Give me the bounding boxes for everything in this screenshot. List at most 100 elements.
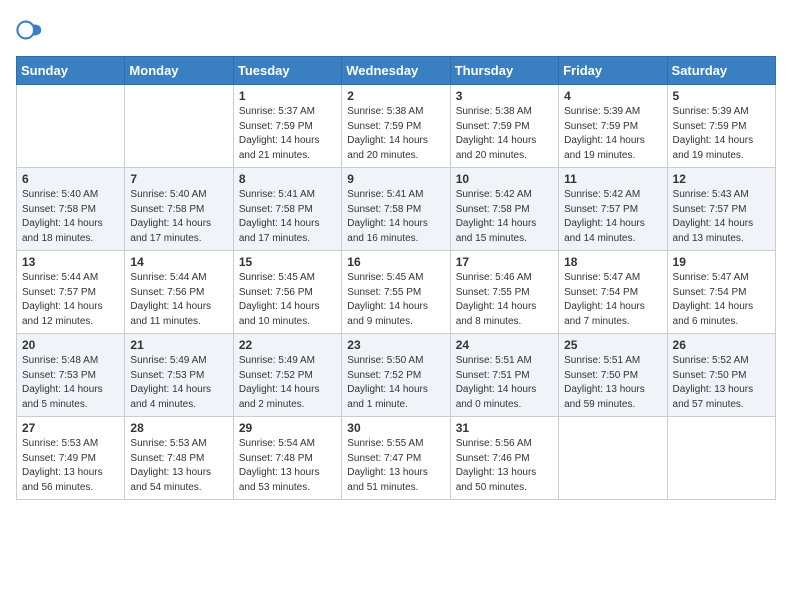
calendar-cell: 21 Sunrise: 5:49 AM Sunset: 7:53 PM Dayl… xyxy=(125,334,233,417)
logo xyxy=(16,16,48,44)
day-number: 3 xyxy=(456,89,553,103)
day-info: Sunrise: 5:56 AM Sunset: 7:46 PM Dayligh… xyxy=(456,437,553,495)
calendar-cell: 12 Sunrise: 5:43 AM Sunset: 7:57 PM Dayl… xyxy=(667,168,775,251)
calendar-cell: 31 Sunrise: 5:56 AM Sunset: 7:46 PM Dayl… xyxy=(450,417,558,500)
calendar-cell: 24 Sunrise: 5:51 AM Sunset: 7:51 PM Dayl… xyxy=(450,334,558,417)
day-info: Sunrise: 5:41 AM Sunset: 7:58 PM Dayligh… xyxy=(347,188,444,246)
weekday-header-thursday: Thursday xyxy=(450,57,558,85)
calendar-cell: 10 Sunrise: 5:42 AM Sunset: 7:58 PM Dayl… xyxy=(450,168,558,251)
day-number: 22 xyxy=(239,338,336,352)
day-number: 21 xyxy=(130,338,227,352)
calendar-cell: 11 Sunrise: 5:42 AM Sunset: 7:57 PM Dayl… xyxy=(559,168,667,251)
day-number: 4 xyxy=(564,89,661,103)
day-number: 31 xyxy=(456,421,553,435)
calendar-cell: 30 Sunrise: 5:55 AM Sunset: 7:47 PM Dayl… xyxy=(342,417,450,500)
day-number: 10 xyxy=(456,172,553,186)
calendar-cell: 17 Sunrise: 5:46 AM Sunset: 7:55 PM Dayl… xyxy=(450,251,558,334)
day-info: Sunrise: 5:51 AM Sunset: 7:51 PM Dayligh… xyxy=(456,354,553,412)
day-number: 2 xyxy=(347,89,444,103)
day-info: Sunrise: 5:49 AM Sunset: 7:52 PM Dayligh… xyxy=(239,354,336,412)
day-number: 9 xyxy=(347,172,444,186)
day-number: 12 xyxy=(673,172,770,186)
calendar-cell: 19 Sunrise: 5:47 AM Sunset: 7:54 PM Dayl… xyxy=(667,251,775,334)
day-number: 26 xyxy=(673,338,770,352)
weekday-header-tuesday: Tuesday xyxy=(233,57,341,85)
page-header xyxy=(16,16,776,44)
day-info: Sunrise: 5:44 AM Sunset: 7:56 PM Dayligh… xyxy=(130,271,227,329)
day-number: 8 xyxy=(239,172,336,186)
day-info: Sunrise: 5:40 AM Sunset: 7:58 PM Dayligh… xyxy=(130,188,227,246)
weekday-header-friday: Friday xyxy=(559,57,667,85)
day-number: 28 xyxy=(130,421,227,435)
day-info: Sunrise: 5:45 AM Sunset: 7:56 PM Dayligh… xyxy=(239,271,336,329)
weekday-header-sunday: Sunday xyxy=(17,57,125,85)
calendar-cell: 28 Sunrise: 5:53 AM Sunset: 7:48 PM Dayl… xyxy=(125,417,233,500)
calendar-cell: 14 Sunrise: 5:44 AM Sunset: 7:56 PM Dayl… xyxy=(125,251,233,334)
calendar-cell: 13 Sunrise: 5:44 AM Sunset: 7:57 PM Dayl… xyxy=(17,251,125,334)
calendar-cell: 8 Sunrise: 5:41 AM Sunset: 7:58 PM Dayli… xyxy=(233,168,341,251)
day-info: Sunrise: 5:54 AM Sunset: 7:48 PM Dayligh… xyxy=(239,437,336,495)
day-info: Sunrise: 5:40 AM Sunset: 7:58 PM Dayligh… xyxy=(22,188,119,246)
calendar-cell: 16 Sunrise: 5:45 AM Sunset: 7:55 PM Dayl… xyxy=(342,251,450,334)
calendar-cell: 5 Sunrise: 5:39 AM Sunset: 7:59 PM Dayli… xyxy=(667,85,775,168)
day-info: Sunrise: 5:47 AM Sunset: 7:54 PM Dayligh… xyxy=(673,271,770,329)
day-info: Sunrise: 5:37 AM Sunset: 7:59 PM Dayligh… xyxy=(239,105,336,163)
day-info: Sunrise: 5:44 AM Sunset: 7:57 PM Dayligh… xyxy=(22,271,119,329)
calendar-cell: 25 Sunrise: 5:51 AM Sunset: 7:50 PM Dayl… xyxy=(559,334,667,417)
day-info: Sunrise: 5:45 AM Sunset: 7:55 PM Dayligh… xyxy=(347,271,444,329)
day-number: 17 xyxy=(456,255,553,269)
day-info: Sunrise: 5:42 AM Sunset: 7:57 PM Dayligh… xyxy=(564,188,661,246)
day-info: Sunrise: 5:48 AM Sunset: 7:53 PM Dayligh… xyxy=(22,354,119,412)
calendar-cell xyxy=(17,85,125,168)
day-number: 14 xyxy=(130,255,227,269)
calendar-cell: 22 Sunrise: 5:49 AM Sunset: 7:52 PM Dayl… xyxy=(233,334,341,417)
calendar-cell: 3 Sunrise: 5:38 AM Sunset: 7:59 PM Dayli… xyxy=(450,85,558,168)
day-number: 23 xyxy=(347,338,444,352)
day-info: Sunrise: 5:51 AM Sunset: 7:50 PM Dayligh… xyxy=(564,354,661,412)
day-number: 25 xyxy=(564,338,661,352)
day-info: Sunrise: 5:53 AM Sunset: 7:49 PM Dayligh… xyxy=(22,437,119,495)
day-number: 24 xyxy=(456,338,553,352)
calendar-cell xyxy=(559,417,667,500)
day-number: 27 xyxy=(22,421,119,435)
day-info: Sunrise: 5:47 AM Sunset: 7:54 PM Dayligh… xyxy=(564,271,661,329)
calendar-cell: 1 Sunrise: 5:37 AM Sunset: 7:59 PM Dayli… xyxy=(233,85,341,168)
day-info: Sunrise: 5:52 AM Sunset: 7:50 PM Dayligh… xyxy=(673,354,770,412)
day-number: 5 xyxy=(673,89,770,103)
calendar-cell: 27 Sunrise: 5:53 AM Sunset: 7:49 PM Dayl… xyxy=(17,417,125,500)
day-info: Sunrise: 5:49 AM Sunset: 7:53 PM Dayligh… xyxy=(130,354,227,412)
day-info: Sunrise: 5:46 AM Sunset: 7:55 PM Dayligh… xyxy=(456,271,553,329)
day-info: Sunrise: 5:53 AM Sunset: 7:48 PM Dayligh… xyxy=(130,437,227,495)
day-number: 30 xyxy=(347,421,444,435)
day-info: Sunrise: 5:50 AM Sunset: 7:52 PM Dayligh… xyxy=(347,354,444,412)
day-info: Sunrise: 5:42 AM Sunset: 7:58 PM Dayligh… xyxy=(456,188,553,246)
weekday-header-wednesday: Wednesday xyxy=(342,57,450,85)
logo-icon xyxy=(16,16,44,44)
calendar-cell: 18 Sunrise: 5:47 AM Sunset: 7:54 PM Dayl… xyxy=(559,251,667,334)
calendar-cell: 29 Sunrise: 5:54 AM Sunset: 7:48 PM Dayl… xyxy=(233,417,341,500)
calendar-cell: 15 Sunrise: 5:45 AM Sunset: 7:56 PM Dayl… xyxy=(233,251,341,334)
calendar-cell: 20 Sunrise: 5:48 AM Sunset: 7:53 PM Dayl… xyxy=(17,334,125,417)
day-info: Sunrise: 5:55 AM Sunset: 7:47 PM Dayligh… xyxy=(347,437,444,495)
calendar-cell: 4 Sunrise: 5:39 AM Sunset: 7:59 PM Dayli… xyxy=(559,85,667,168)
weekday-header-saturday: Saturday xyxy=(667,57,775,85)
calendar-cell: 2 Sunrise: 5:38 AM Sunset: 7:59 PM Dayli… xyxy=(342,85,450,168)
calendar-cell: 23 Sunrise: 5:50 AM Sunset: 7:52 PM Dayl… xyxy=(342,334,450,417)
day-info: Sunrise: 5:43 AM Sunset: 7:57 PM Dayligh… xyxy=(673,188,770,246)
calendar-cell: 7 Sunrise: 5:40 AM Sunset: 7:58 PM Dayli… xyxy=(125,168,233,251)
weekday-header-monday: Monday xyxy=(125,57,233,85)
calendar-cell xyxy=(125,85,233,168)
calendar-cell xyxy=(667,417,775,500)
day-info: Sunrise: 5:38 AM Sunset: 7:59 PM Dayligh… xyxy=(456,105,553,163)
day-info: Sunrise: 5:39 AM Sunset: 7:59 PM Dayligh… xyxy=(673,105,770,163)
day-info: Sunrise: 5:39 AM Sunset: 7:59 PM Dayligh… xyxy=(564,105,661,163)
day-number: 19 xyxy=(673,255,770,269)
calendar-cell: 6 Sunrise: 5:40 AM Sunset: 7:58 PM Dayli… xyxy=(17,168,125,251)
calendar-cell: 26 Sunrise: 5:52 AM Sunset: 7:50 PM Dayl… xyxy=(667,334,775,417)
day-number: 18 xyxy=(564,255,661,269)
day-number: 6 xyxy=(22,172,119,186)
day-number: 13 xyxy=(22,255,119,269)
day-info: Sunrise: 5:38 AM Sunset: 7:59 PM Dayligh… xyxy=(347,105,444,163)
calendar-table: SundayMondayTuesdayWednesdayThursdayFrid… xyxy=(16,56,776,500)
day-number: 15 xyxy=(239,255,336,269)
